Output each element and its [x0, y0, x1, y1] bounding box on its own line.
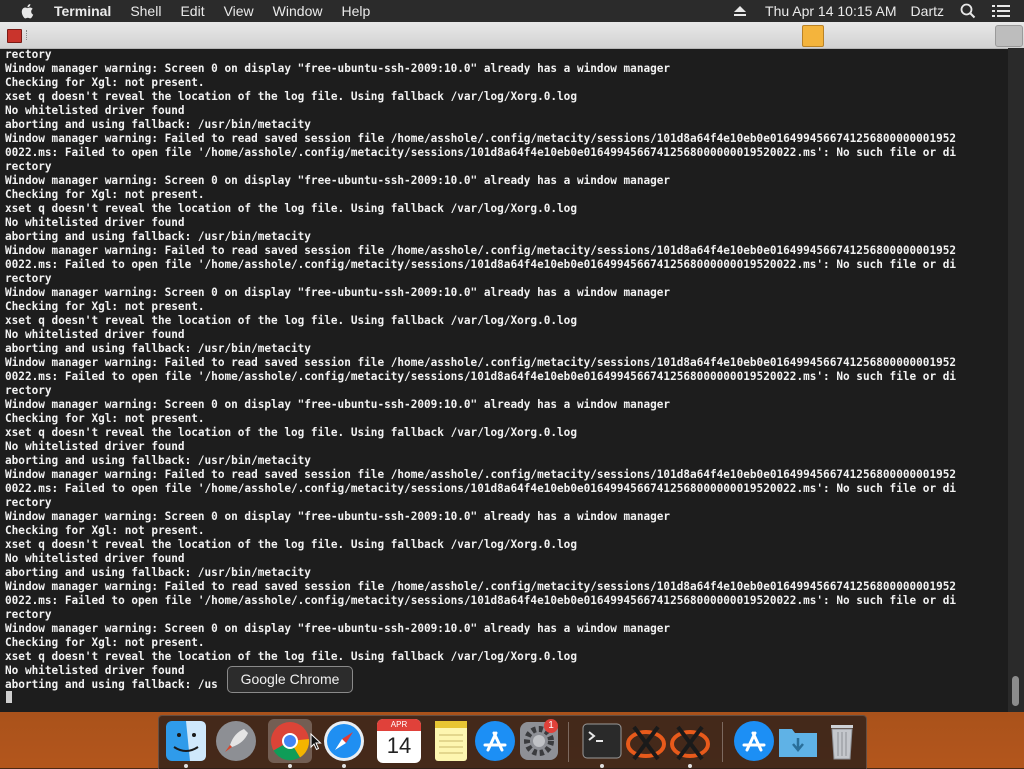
x11-running-dot	[688, 764, 692, 768]
downloads-folder-icon[interactable]	[776, 719, 820, 763]
x11-second-icon[interactable]	[668, 719, 712, 763]
terminal-line: Window manager warning: Screen 0 on disp…	[5, 398, 671, 411]
terminal-line: Window manager warning: Screen 0 on disp…	[5, 622, 671, 635]
terminal-line: 0022.ms: Failed to open file '/home/assh…	[5, 594, 957, 607]
terminal-line: Window manager warning: Failed to read s…	[5, 468, 957, 481]
terminal-line: No whitelisted driver found	[5, 216, 185, 229]
terminal-line: aborting and using fallback: /usr/bin/me…	[5, 230, 311, 243]
terminal-line: 0022.ms: Failed to open file '/home/assh…	[5, 146, 957, 159]
dock: APR 14 1	[158, 715, 867, 769]
menu-help[interactable]: Help	[341, 0, 370, 22]
terminal-line: rectory	[5, 384, 52, 397]
menubar-clock[interactable]: Thu Apr 14 10:15 AM	[765, 3, 897, 19]
terminal-line: Checking for Xgl: not present.	[5, 300, 205, 313]
finder-running-dot	[184, 764, 188, 768]
terminal-line: rectory	[5, 272, 52, 285]
x11-icon[interactable]	[624, 719, 668, 763]
menu-edit[interactable]: Edit	[180, 0, 204, 22]
trash-icon[interactable]	[820, 719, 864, 763]
dock-separator	[568, 722, 569, 762]
finder-icon[interactable]	[164, 719, 208, 763]
terminal-line: Checking for Xgl: not present.	[5, 76, 205, 89]
terminal-line: xset q doesn't reveal the location of th…	[5, 650, 577, 663]
terminal-line: Window manager warning: Failed to read s…	[5, 580, 957, 593]
terminal-line: aborting and using fallback: /usr/bin/me…	[5, 566, 311, 579]
chrome-running-dot	[288, 764, 292, 768]
notification-badge: 1	[544, 719, 558, 733]
terminal-tab-icon[interactable]	[7, 29, 22, 43]
terminal-line: Checking for Xgl: not present.	[5, 636, 205, 649]
terminal-line: 0022.ms: Failed to open file '/home/assh…	[5, 370, 957, 383]
terminal-output[interactable]: rectory Window manager warning: Screen 0 …	[5, 48, 1005, 712]
menu-view[interactable]: View	[224, 0, 254, 22]
scrollbar-thumb[interactable]	[1012, 676, 1019, 706]
terminal-line: xset q doesn't reveal the location of th…	[5, 314, 577, 327]
menu-window[interactable]: Window	[273, 0, 323, 22]
calendar-month: APR	[377, 719, 421, 731]
terminal-line: Checking for Xgl: not present.	[5, 188, 205, 201]
calendar-day: 14	[386, 733, 412, 758]
app-store-folder-icon[interactable]	[732, 719, 776, 763]
terminal-app-icon[interactable]	[580, 719, 624, 763]
terminal-line: aborting and using fallback: /usr/bin/me…	[5, 342, 311, 355]
notification-center-icon[interactable]	[992, 4, 1010, 18]
terminal-line: xset q doesn't reveal the location of th…	[5, 202, 577, 215]
menubar-user[interactable]: Dartz	[911, 3, 944, 19]
launchpad-icon[interactable]	[214, 719, 258, 763]
menu-app-name[interactable]: Terminal	[54, 0, 111, 22]
terminal-scrollbar[interactable]	[1008, 48, 1024, 712]
folder-proxy-icon[interactable]	[802, 25, 824, 47]
terminal-line: 0022.ms: Failed to open file '/home/assh…	[5, 258, 957, 271]
terminal-line: Checking for Xgl: not present.	[5, 412, 205, 425]
safari-running-dot	[342, 764, 346, 768]
terminal-line: rectory	[5, 608, 52, 621]
terminal-line: Window manager warning: Failed to read s…	[5, 356, 957, 369]
terminal-line: aborting and using fallback: /usr/bin/me…	[5, 118, 311, 131]
terminal-line: 0022.ms: Failed to open file '/home/assh…	[5, 482, 957, 495]
terminal-line: No whitelisted driver found	[5, 328, 185, 341]
apple-logo-icon[interactable]	[20, 3, 36, 19]
calendar-icon[interactable]: APR 14	[377, 719, 421, 763]
terminal-line: rectory	[5, 160, 52, 173]
terminal-line: No whitelisted driver found	[5, 552, 185, 565]
terminal-line: rectory	[5, 48, 52, 61]
google-chrome-icon[interactable]	[268, 719, 312, 763]
safari-icon[interactable]	[322, 719, 366, 763]
terminal-line: xset q doesn't reveal the location of th…	[5, 90, 577, 103]
terminal-line: Window manager warning: Failed to read s…	[5, 244, 957, 257]
terminal-tab-bar	[0, 22, 1024, 49]
dock-tooltip: Google Chrome	[227, 666, 353, 693]
terminal-line: Window manager warning: Screen 0 on disp…	[5, 510, 671, 523]
terminal-line: Window manager warning: Failed to read s…	[5, 132, 957, 145]
dock-separator-2	[722, 722, 723, 762]
terminal-window[interactable]: rectory Window manager warning: Screen 0 …	[0, 22, 1024, 712]
menu-shell[interactable]: Shell	[130, 0, 161, 22]
menu-bar: Terminal Shell Edit View Window Help Thu…	[0, 0, 1024, 22]
eject-icon[interactable]	[733, 5, 747, 17]
terminal-line: Window manager warning: Screen 0 on disp…	[5, 62, 671, 75]
terminal-line: Window manager warning: Screen 0 on disp…	[5, 174, 671, 187]
terminal-line: Window manager warning: Screen 0 on disp…	[5, 286, 671, 299]
terminal-line: xset q doesn't reveal the location of th…	[5, 426, 577, 439]
terminal-line: xset q doesn't reveal the location of th…	[5, 538, 577, 551]
notes-icon[interactable]	[429, 719, 473, 763]
terminal-cursor	[6, 691, 12, 703]
terminal-line: aborting and using fallback: /us	[5, 678, 218, 691]
app-store-icon[interactable]	[473, 719, 517, 763]
terminal-line: rectory	[5, 496, 52, 509]
terminal-line: aborting and using fallback: /usr/bin/me…	[5, 454, 311, 467]
spotlight-search-icon[interactable]	[960, 3, 976, 19]
terminal-line: No whitelisted driver found	[5, 440, 185, 453]
mouse-pointer-icon	[310, 733, 322, 751]
window-button[interactable]	[995, 25, 1023, 47]
terminal-line: No whitelisted driver found	[5, 104, 185, 117]
terminal-running-dot	[600, 764, 604, 768]
terminal-line: No whitelisted driver found	[5, 664, 185, 677]
tab-grip-icon	[26, 30, 31, 40]
terminal-line: Checking for Xgl: not present.	[5, 524, 205, 537]
